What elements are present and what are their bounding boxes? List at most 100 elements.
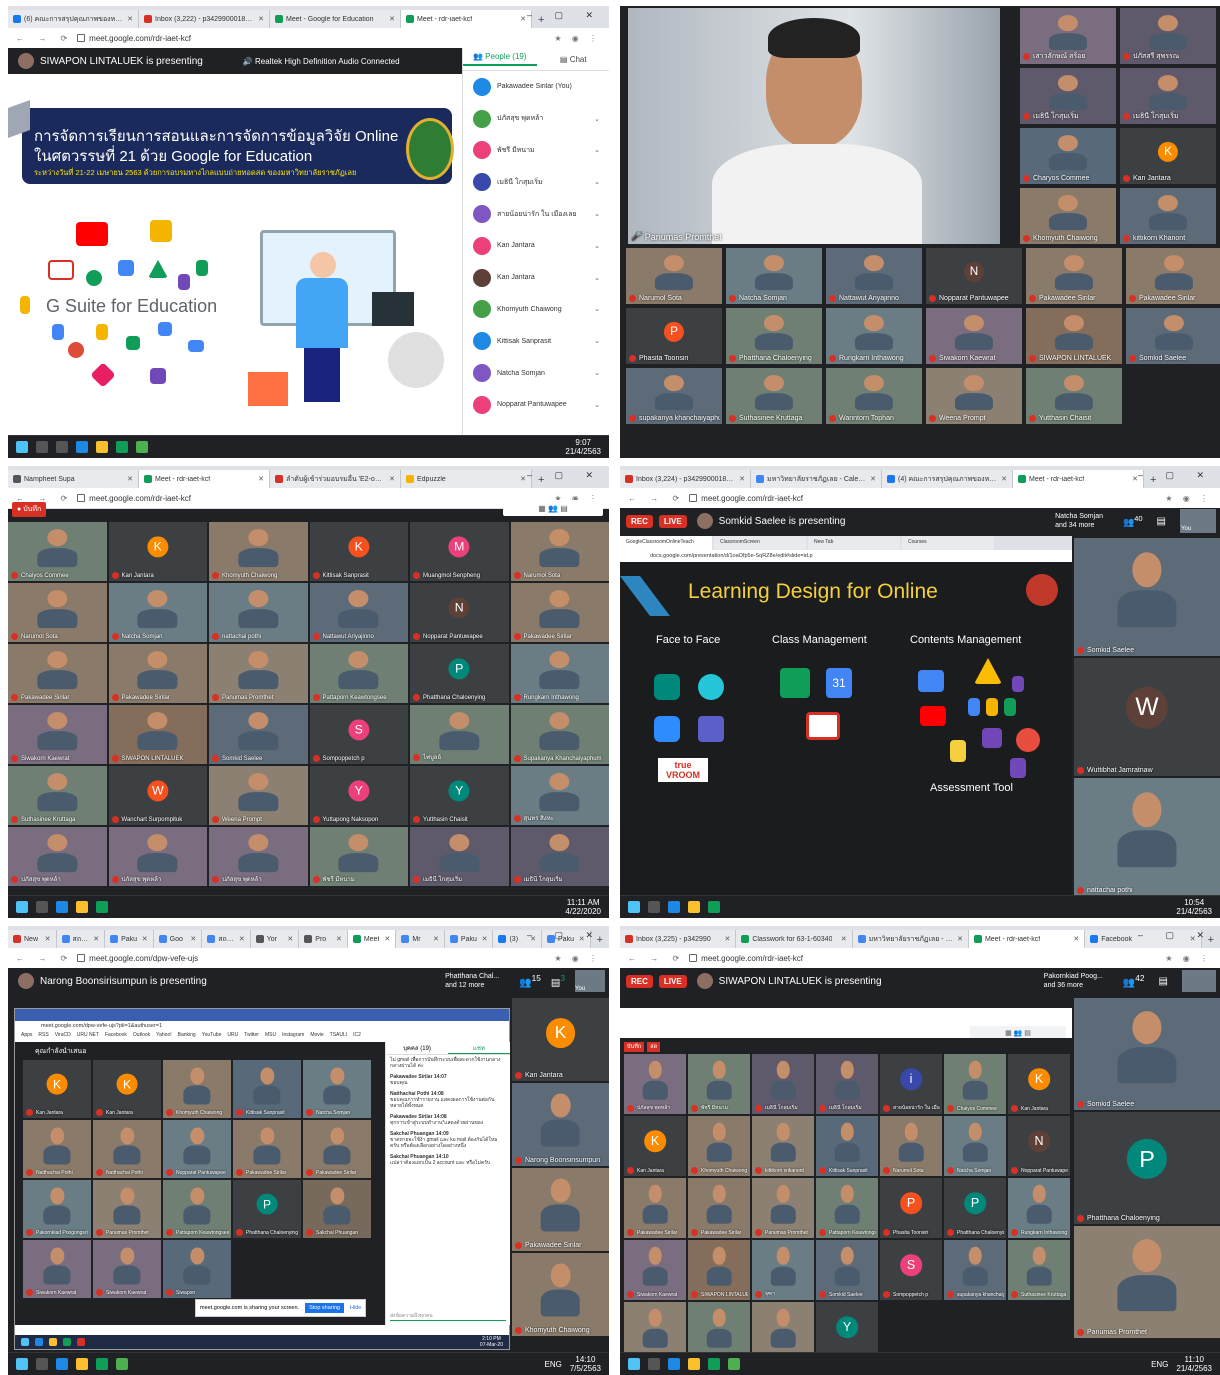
people-list-item[interactable]: Natcha Somjan ⌄: [463, 357, 609, 389]
people-list-item[interactable]: Kittisak Sanprasit ⌄: [463, 325, 609, 357]
inner-chat-tab[interactable]: แชท: [448, 1043, 510, 1054]
participant-tile[interactable]: N Nopparat Pantuwapee: [926, 248, 1022, 304]
participant-tile[interactable]: Somkid Saelee: [209, 705, 308, 764]
close-tab-icon[interactable]: ✕: [1069, 935, 1079, 943]
taskbar-clock[interactable]: 11:11 AM 4/22/2020: [565, 898, 601, 916]
taskbar-icons[interactable]: [16, 441, 148, 453]
extension-icons[interactable]: ★ ◉ ⋮: [554, 954, 601, 963]
participant-tile[interactable]: K Kan Jantara: [624, 1116, 686, 1176]
close-tab-icon[interactable]: ✕: [953, 935, 963, 943]
close-tab-icon[interactable]: ✕: [89, 935, 99, 943]
participant-tile[interactable]: K Kan Jantara: [512, 998, 609, 1081]
close-tab-icon[interactable]: ✕: [186, 935, 196, 943]
browser-tab[interactable]: Paku ✕: [105, 930, 154, 948]
browser-tab[interactable]: ลำดับผู้เข้าร่วมอบรมอื่น 'E2-open' ✕: [270, 470, 401, 488]
close-tab-icon[interactable]: ✕: [720, 935, 730, 943]
participant-tile[interactable]: P Phatthana Chaloenying: [233, 1180, 301, 1238]
inner-start-icon[interactable]: [21, 1338, 29, 1346]
participant-tile[interactable]: Siwakorn Kaewrat: [8, 705, 107, 764]
participant-tile[interactable]: Panumas Promthet: [752, 1178, 814, 1238]
edge-icon[interactable]: [668, 1358, 680, 1370]
participant-tile[interactable]: Siwakorn Kaewrat: [93, 1240, 161, 1298]
participant-tile[interactable]: Somkid Saelee: [1126, 308, 1220, 364]
participant-tile[interactable]: Pakawadee Sirilar: [624, 1178, 686, 1238]
taskbar-clock[interactable]: 9:07 21/4/2563: [565, 438, 601, 456]
edge-icon[interactable]: [668, 901, 680, 913]
address-bar[interactable]: ← → ⟳ meet.google.com/rdr-iaet-kcf ★ ◉ ⋮: [620, 488, 1220, 509]
participant-tile[interactable]: Pakawadee Sirilar: [233, 1120, 301, 1178]
search-icon[interactable]: [648, 1358, 660, 1370]
chevron-down-icon[interactable]: ⌄: [594, 337, 600, 345]
participant-tile[interactable]: Siwakorn Kaewrat: [23, 1240, 91, 1298]
top-right-controls[interactable]: ▦ 👥 ▤: [503, 500, 603, 516]
participant-tile[interactable]: Natcha Somjan: [108, 583, 207, 642]
inner-explorer-icon[interactable]: [49, 1338, 57, 1346]
tab-chat[interactable]: ▤ Chat: [537, 55, 610, 64]
people-list-item[interactable]: พัชรี มีหนาม ⌄: [463, 135, 609, 167]
participant-tile[interactable]: Khomyuth Chaiwong: [163, 1060, 231, 1118]
close-tab-icon[interactable]: ✕: [1128, 475, 1138, 483]
participant-tile[interactable]: เมธินี โกสุมเริ่ม: [1020, 68, 1116, 124]
participant-tile[interactable]: Siwakorn Kaewrat: [624, 1240, 686, 1300]
tab-people[interactable]: 👥 People (19): [463, 52, 537, 66]
participant-tile[interactable]: P Phatthana Chaloenying: [944, 1178, 1006, 1238]
participant-tile[interactable]: เมธินี โกสุมเริ่ม: [410, 827, 509, 886]
participant-tile[interactable]: Khomyuth Chaiwong: [688, 1116, 750, 1176]
participant-tile[interactable]: Nattawut Ariyajinno: [309, 583, 408, 642]
participant-tile[interactable]: Khomyuth Chaiwong: [512, 1253, 609, 1336]
participant-tile[interactable]: Narumol Sota: [880, 1116, 942, 1176]
main-speaker-tile[interactable]: 🎤 Panumas Promthet: [628, 8, 1000, 244]
participant-tile[interactable]: เมธินี โกสุมเริ่ม: [752, 1054, 814, 1114]
participant-tile[interactable]: สุนทร สิงหะ: [510, 766, 609, 825]
close-tab-icon[interactable]: ✕: [866, 475, 876, 483]
window-controls[interactable]: – ▢ ✕: [527, 930, 603, 941]
participant-tile[interactable]: ปภัสสุข พุดหล้า: [624, 1054, 686, 1114]
window-controls[interactable]: – ▢ ✕: [527, 470, 603, 481]
close-tab-icon[interactable]: ✕: [123, 15, 133, 23]
participant-tile[interactable]: ไพบูลย์: [410, 705, 509, 764]
stop-sharing-button[interactable]: Stop sharing: [305, 1303, 344, 1313]
close-tab-icon[interactable]: ✕: [123, 475, 133, 483]
address-bar[interactable]: ← → ⟳ meet.google.com/rdr-iaet-kcf ★ ◉ ⋮: [620, 948, 1220, 969]
search-icon[interactable]: [36, 1358, 48, 1370]
participant-tile[interactable]: Chaiyos Commee: [8, 522, 107, 581]
participants-summary[interactable]: Pakornkiad Poog... and 36 more: [1044, 972, 1103, 990]
windows-start-icon[interactable]: [628, 1358, 640, 1370]
participant-tile[interactable]: Sakchai Phuangan: [303, 1180, 371, 1238]
language-indicator[interactable]: ENG: [545, 1360, 562, 1369]
window-controls[interactable]: – ▢ ✕: [527, 10, 603, 21]
chevron-down-icon[interactable]: ⌄: [594, 210, 600, 218]
participant-tile[interactable]: Panumas Promthet: [1074, 1226, 1220, 1338]
people-list-item[interactable]: Nopparat Pantuwapee ⌄: [463, 389, 609, 421]
participant-tile[interactable]: supakanya khanchaiyaphum: [944, 1240, 1006, 1300]
participant-tile[interactable]: Suthasinee Kruttaga: [1008, 1240, 1070, 1300]
windows-start-icon[interactable]: [628, 901, 640, 913]
participant-tile[interactable]: Weena Prompt: [209, 766, 308, 825]
participant-tile[interactable]: nattachai pothi: [1074, 778, 1220, 896]
people-list-item[interactable]: Kan Jantara ⌄: [463, 262, 609, 294]
participant-tile[interactable]: Rungkarn Inthawong: [1008, 1178, 1070, 1238]
participant-tile[interactable]: เสาวลักษณ์ สร้อย: [1020, 8, 1116, 64]
close-tab-icon[interactable]: ✕: [381, 935, 391, 943]
edge-icon[interactable]: [56, 901, 68, 913]
participant-tile[interactable]: Siwakorn Kaewrat: [926, 308, 1022, 364]
participant-tile[interactable]: K Kan Jantara: [93, 1060, 161, 1118]
participant-tile[interactable]: Chaiyos Commee: [944, 1054, 1006, 1114]
close-tab-icon[interactable]: ✕: [837, 935, 847, 943]
line-icon[interactable]: [728, 1358, 740, 1370]
participant-tile[interactable]: K Kan Jantara: [108, 522, 207, 581]
participant-tile[interactable]: S Sompoppetch p: [880, 1240, 942, 1300]
participant-tile[interactable]: Khomyuth Chaiwong: [1020, 188, 1116, 244]
browser-tab[interactable]: Nampheet Supa ✕: [8, 470, 139, 488]
participant-tile[interactable]: Natthachai Pothi: [93, 1120, 161, 1178]
taskbar-clock[interactable]: 11:10 21/4/2563: [1176, 1355, 1212, 1373]
browser-tab[interactable]: Meet ✕: [347, 930, 397, 948]
windows-start-icon[interactable]: [16, 1358, 28, 1370]
participant-tile[interactable]: Yutthasin Chaisit: [1026, 368, 1122, 424]
browser-tab[interactable]: Yor ✕: [250, 930, 300, 948]
participant-tile[interactable]: เมธินี โกสุมเริ่ม: [816, 1054, 878, 1114]
chevron-down-icon[interactable]: ⌄: [594, 146, 600, 154]
participant-tile[interactable]: Pattaporn Keawtongsee: [309, 644, 408, 703]
participant-tile[interactable]: ปภัสสุข พุดหล้า: [108, 827, 207, 886]
participant-tile[interactable]: supakanya khanchaiyaphum: [626, 368, 722, 424]
